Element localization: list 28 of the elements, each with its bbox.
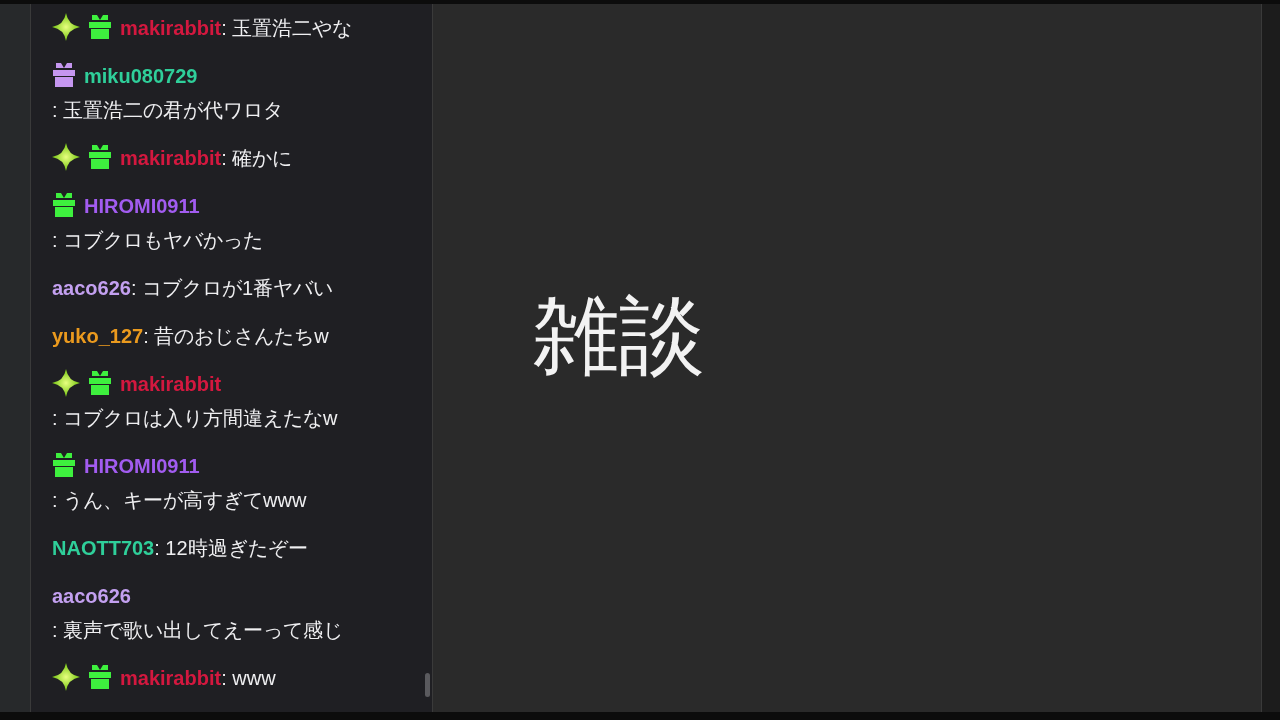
sparkle-icon xyxy=(52,13,80,41)
username[interactable]: makirabbit xyxy=(120,147,222,169)
username[interactable]: HIROMI0911 xyxy=(84,455,200,477)
message-text: : うん、キーが高すぎてwww xyxy=(52,488,307,513)
sparkle-icon xyxy=(52,369,80,397)
sparkle-icon xyxy=(52,143,80,171)
username[interactable]: makirabbit xyxy=(120,667,222,689)
message-text: : www xyxy=(221,666,276,691)
message-text: : 12時過ぎたぞー xyxy=(154,536,308,561)
username[interactable]: makirabbit xyxy=(120,17,222,39)
message-text: : 玉置浩二の君が代ワロタ xyxy=(52,98,284,123)
username[interactable]: aaco626 xyxy=(52,277,131,299)
message-text: : コブクロは入り方間違えたなw xyxy=(52,406,338,431)
message-text: : 昔のおじさんたちw xyxy=(143,324,329,349)
username[interactable]: NAOTT703 xyxy=(52,537,155,559)
stream-title: 雑談 xyxy=(533,286,705,385)
message-text: : 玉置浩二やな xyxy=(221,16,353,41)
username[interactable]: miku080729 xyxy=(84,65,198,87)
sparkle-icon xyxy=(52,663,80,691)
message-text: : コブクロもヤバかった xyxy=(52,228,264,253)
scrollbar-thumb[interactable] xyxy=(425,673,430,697)
username[interactable]: yuko_127 xyxy=(52,325,144,347)
username[interactable]: makirabbit xyxy=(120,373,222,395)
message-text: : コブクロが1番ヤバい xyxy=(130,276,334,301)
username[interactable]: aaco626 xyxy=(52,585,131,607)
message-text: : 確かに xyxy=(221,146,293,171)
message-text: : 裏声で歌い出してえーって感じ xyxy=(52,618,344,643)
username[interactable]: HIROMI0911 xyxy=(84,195,200,217)
